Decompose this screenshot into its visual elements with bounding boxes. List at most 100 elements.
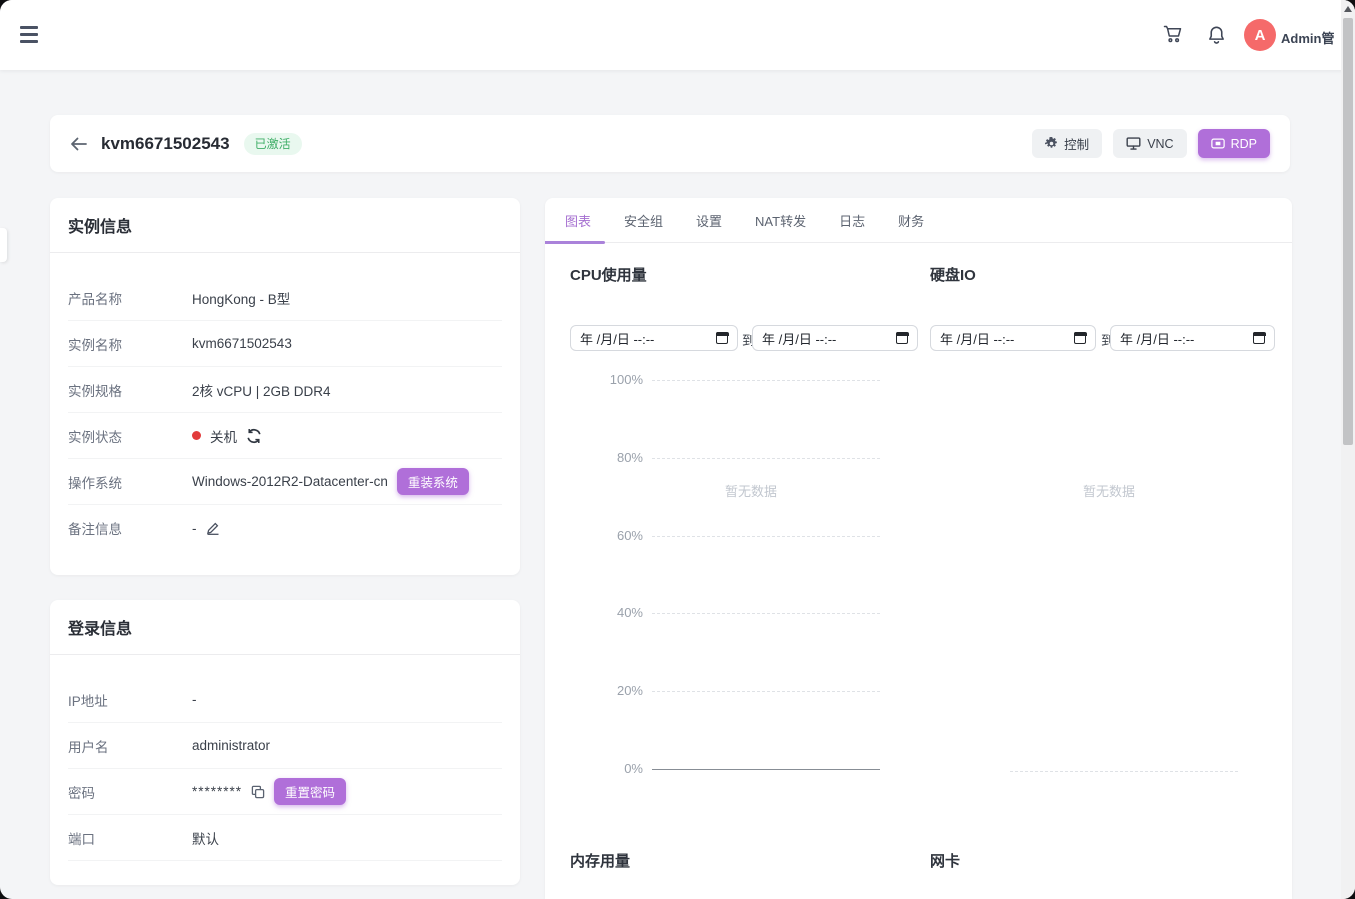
gridline [652,691,880,692]
row-label: 实例状态 [68,426,192,446]
refresh-status-button[interactable] [246,428,262,444]
y-axis-label: 60% [570,528,643,544]
row-label: 操作系统 [68,472,192,492]
hamburger-icon [20,26,38,29]
monitor-icon [1126,137,1141,150]
tab-billing[interactable]: 财务 [898,211,924,230]
hamburger-menu-button[interactable] [20,26,38,43]
control-button[interactable]: 控制 [1032,129,1102,158]
date-placeholder: 年 /月/日 --:-- [580,329,716,348]
scrollbar-up-arrow[interactable] [1344,6,1352,12]
password-masked-text: ******** [192,784,242,799]
login-info-body: IP地址 - 用户名 administrator 密码 ******** 重置密… [50,655,520,861]
rdp-icon [1211,138,1225,149]
tab-bar: 图表 安全组 设置 NAT转发 日志 财务 [545,198,1292,243]
date-placeholder: 年 /月/日 --:-- [940,329,1074,348]
back-arrow-icon [70,137,88,151]
row-value: ******** 重置密码 [192,778,346,805]
reset-password-button[interactable]: 重置密码 [274,778,346,805]
date-placeholder: 年 /月/日 --:-- [1120,329,1253,348]
os-row: 操作系统 Windows-2012R2-Datacenter-cn 重装系统 [68,459,502,505]
instance-header-card: kvm6671502543 已激活 控制 VNC RDP [50,115,1290,172]
tab-settings[interactable]: 设置 [696,211,722,230]
edit-pencil-icon [206,521,220,535]
instance-status-row: 实例状态 关机 [68,413,502,459]
back-button[interactable] [70,137,88,151]
row-value: - [192,521,220,536]
rdp-button[interactable]: RDP [1198,129,1270,158]
row-label: 用户名 [68,736,192,756]
instance-status-text: 关机 [210,426,237,446]
product-name-row: 产品名称 HongKong - B型 [68,275,502,321]
password-row: 密码 ******** 重置密码 [68,769,502,815]
tab-charts[interactable]: 图表 [565,211,591,230]
page-title: kvm6671502543 [101,134,230,154]
zero-axis-line [652,769,880,770]
cpu-chart-title: CPU使用量 [570,264,647,285]
user-name[interactable]: Admin管 [1281,28,1334,47]
y-axis-label: 40% [570,605,643,621]
copy-icon [251,785,265,799]
gridline [652,380,880,381]
ip-row: IP地址 - [68,677,502,723]
cpu-date-start-input[interactable]: 年 /月/日 --:-- [570,325,738,351]
disk-empty-state: 暂无数据 [1053,481,1165,500]
login-info-panel: 登录信息 IP地址 - 用户名 administrator 密码 *******… [50,600,520,885]
row-label: 端口 [68,828,192,848]
gridline [652,613,880,614]
scrollbar-track[interactable] [1341,0,1355,899]
avatar[interactable]: A [1244,19,1276,51]
y-axis-label: 80% [570,450,643,466]
gridline [652,536,880,537]
rdp-button-label: RDP [1231,137,1257,151]
row-value: 2核 vCPU | 2GB DDR4 [192,380,331,400]
calendar-icon[interactable] [1253,332,1265,344]
disk-date-start-input[interactable]: 年 /月/日 --:-- [930,325,1096,351]
y-axis-label: 100% [570,372,643,388]
date-placeholder: 年 /月/日 --:-- [762,329,896,348]
row-label: 产品名称 [68,288,192,308]
row-value: - [192,692,197,707]
charts-body: CPU使用量 硬盘IO 内存用量 网卡 年 /月/日 --:-- 到 年 /月/… [545,243,1292,897]
cart-icon [1163,25,1183,43]
disk-chart-title: 硬盘IO [930,264,976,285]
calendar-icon[interactable] [716,332,728,344]
reinstall-os-button[interactable]: 重装系统 [397,468,469,495]
row-value: 默认 [192,828,219,848]
username-row: 用户名 administrator [68,723,502,769]
status-dot-icon [192,431,201,440]
copy-password-button[interactable] [251,785,265,799]
disk-date-end-input[interactable]: 年 /月/日 --:-- [1110,325,1275,351]
header-actions: 控制 VNC RDP [1032,129,1270,158]
tab-logs[interactable]: 日志 [839,211,865,230]
port-row: 端口 默认 [68,815,502,861]
top-bar: A Admin管 [0,0,1355,70]
gridline [652,458,880,459]
row-value: HongKong - B型 [192,288,290,308]
network-chart-title: 网卡 [930,850,960,871]
control-button-label: 控制 [1064,134,1089,153]
note-text: - [192,521,197,536]
vnc-button[interactable]: VNC [1113,129,1186,158]
cart-button[interactable] [1163,25,1183,45]
y-axis-label: 0% [570,761,643,777]
notifications-button[interactable] [1206,25,1226,45]
scrollbar-thumb[interactable] [1343,18,1353,445]
calendar-icon[interactable] [896,332,908,344]
gridline [1010,771,1238,772]
login-info-title: 登录信息 [50,600,520,655]
sidebar-drawer-handle[interactable] [0,228,7,262]
row-value: 关机 [192,426,262,446]
tab-nat-forwarding[interactable]: NAT转发 [755,211,806,230]
cpu-date-end-input[interactable]: 年 /月/日 --:-- [752,325,918,351]
gear-icon [1045,137,1058,150]
row-value: Windows-2012R2-Datacenter-cn 重装系统 [192,468,469,495]
tab-security-group[interactable]: 安全组 [624,211,663,230]
instance-info-title: 实例信息 [50,198,520,253]
status-badge: 已激活 [244,133,302,155]
instance-info-body: 产品名称 HongKong - B型 实例名称 kvm6671502543 实例… [50,253,520,551]
edit-note-button[interactable] [206,521,220,535]
calendar-icon[interactable] [1074,332,1086,344]
y-axis-label: 20% [570,683,643,699]
os-name-text: Windows-2012R2-Datacenter-cn [192,474,388,489]
